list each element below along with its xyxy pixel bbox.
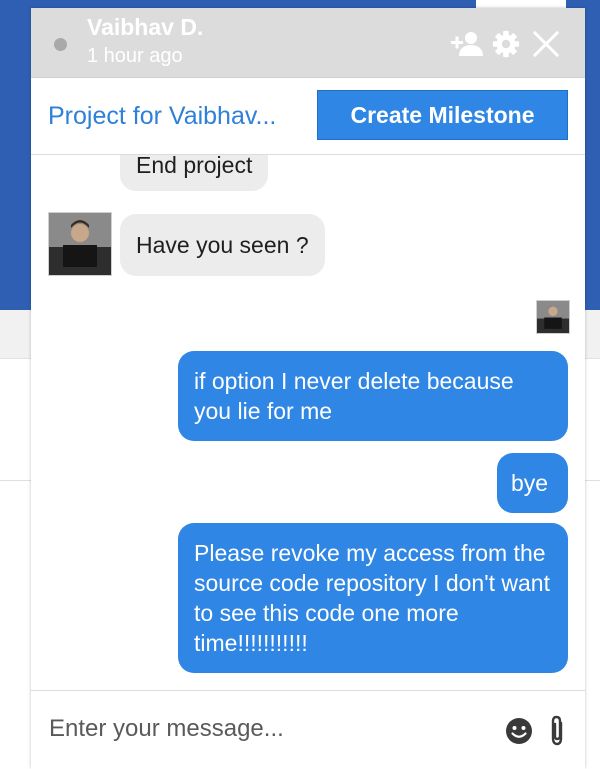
chat-window: Vaibhav D. 1 hour ago Project for Vaibha… (31, 8, 585, 769)
user-photo-icon (49, 213, 111, 275)
add-user-icon[interactable] (449, 30, 483, 58)
last-seen-time: 1 hour ago (87, 45, 183, 67)
background-strip (476, 0, 566, 8)
message-list[interactable]: End project Have you seen ? if option I … (31, 155, 585, 690)
message-bubble-incoming: End project (120, 155, 269, 191)
close-icon[interactable] (531, 30, 561, 58)
project-link[interactable]: Project for Vaibhav... (48, 102, 310, 131)
message-input[interactable] (47, 703, 491, 755)
avatar[interactable] (48, 212, 112, 276)
emoji-icon[interactable] (505, 717, 533, 745)
user-photo-icon (537, 301, 569, 333)
project-bar: Project for Vaibhav... Create Milestone (31, 78, 585, 155)
chat-user-name[interactable]: Vaibhav D. (87, 14, 203, 41)
attach-icon[interactable] (546, 715, 568, 747)
status-dot-icon (54, 38, 67, 51)
message-bubble-outgoing: if option I never delete because you lie… (178, 351, 568, 441)
message-bubble-outgoing: bye (497, 453, 568, 513)
create-milestone-button[interactable]: Create Milestone (317, 90, 568, 140)
chat-titlebar: Vaibhav D. 1 hour ago (31, 8, 585, 78)
avatar[interactable] (536, 300, 570, 334)
message-composer (31, 690, 585, 769)
gear-icon[interactable] (491, 30, 521, 58)
message-bubble-incoming: Have you seen ? (120, 214, 325, 276)
message-bubble-outgoing: Please revoke my access from the source … (178, 523, 568, 673)
